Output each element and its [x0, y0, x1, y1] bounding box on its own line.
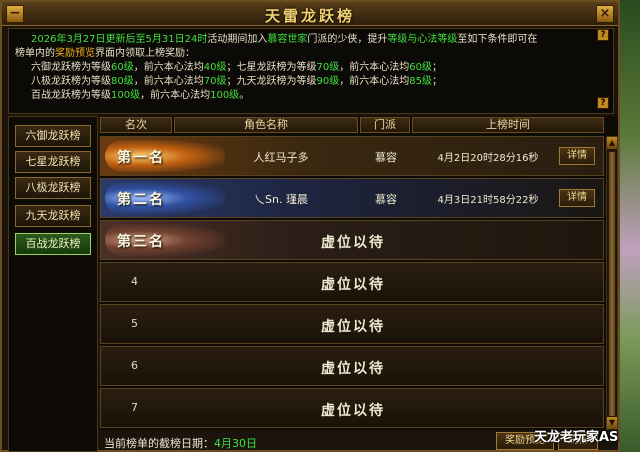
event-date-range: 2026年3月27日更新后至5月31日24时 [31, 34, 208, 45]
requirement-line-3: 百战龙跃榜为等级100级，前六本心法均100级。 [15, 89, 607, 103]
req-text: ； [431, 76, 442, 87]
requirement-line-2: 八极龙跃榜为等级80级，前六本心法均70级；九天龙跃榜为等级90级，前六本心法均… [15, 75, 607, 89]
tab-baizhan[interactable]: 百战龙跃榜 [15, 233, 91, 255]
header-name: 角色名称 [174, 117, 358, 133]
close-button[interactable]: × [596, 5, 614, 23]
table-row: 4 虚位以待 [100, 262, 604, 302]
info-text: 榜单内的 [15, 48, 55, 59]
level-highlight: 等级与心法等级 [387, 34, 458, 45]
player-name: 人红马子多 [253, 151, 309, 164]
table-header: 名次 角色名称 门派 上榜时间 [100, 116, 618, 134]
sect-highlight: 慕容世家 [267, 34, 308, 45]
rank-badge-silver: 第二名 [105, 182, 225, 214]
leaderboard-window: − 天雷龙跃榜 × 2026年3月27日更新后至5月31日24时活动期间加入慕容… [0, 0, 620, 452]
ranking-table: 名次 角色名称 门派 上榜时间 第一名 人红马子多 慕容 4月2日20时28分1… [100, 116, 618, 430]
vacant-label: 虚位以待 [321, 235, 385, 251]
vacant-label: 虚位以待 [321, 277, 385, 293]
deadline-text: 当前榜单的截榜日期：4月30日 [104, 435, 257, 451]
req-value: 90级 [316, 76, 340, 87]
reward-preview-link[interactable]: 奖励预览 [55, 48, 95, 59]
req-text: ； [431, 62, 442, 73]
watermark-text: 天龙老玩家AS [534, 430, 619, 445]
table-row: 第一名 人红马子多 慕容 4月2日20时28分16秒 详情 [100, 136, 604, 176]
table-row: 第二名 乀Sn. 瑾晨 慕容 4月3日21时58分22秒 详情 [100, 178, 604, 218]
info-line-2: 榜单内的奖励预览界面内领取上榜奖励： [15, 47, 607, 61]
req-value: 70级 [316, 62, 340, 73]
req-value: 70级 [203, 76, 227, 87]
help-icon[interactable]: ? [597, 29, 609, 41]
req-value: 80级 [111, 76, 134, 87]
leaderboard-sidebar: 六御龙跃榜 七星龙跃榜 八极龙跃榜 九天龙跃榜 百战龙跃榜 [8, 116, 98, 452]
req-text: ，前六本心法均 [339, 62, 410, 73]
req-text: ，前六本心法均 [133, 62, 204, 73]
req-text: ；七星龙跃榜为等级 [226, 62, 317, 73]
scroll-thumb[interactable] [608, 151, 616, 417]
info-text: 界面内领取上榜奖励： [95, 48, 195, 59]
window-title: 天雷龙跃榜 [264, 7, 355, 25]
vacant-label: 虚位以待 [321, 319, 385, 335]
detail-button[interactable]: 详情 [559, 189, 595, 207]
scroll-up-icon[interactable]: ▲ [607, 137, 617, 149]
req-value: 85级 [409, 76, 432, 87]
req-text: ，前六本心法均 [133, 76, 204, 87]
info-text: 活动期间加入 [207, 34, 268, 45]
header-rank: 名次 [100, 117, 172, 133]
table-row: 5 虚位以待 [100, 304, 604, 344]
req-text: 八极龙跃榜为等级 [31, 76, 111, 87]
vacant-label: 虚位以待 [321, 361, 385, 377]
table-scrollbar[interactable]: ▲ ▼ [606, 136, 618, 430]
player-sect: 慕容 [375, 193, 397, 206]
tab-jiutian[interactable]: 九天龙跃榜 [15, 205, 91, 227]
ranking-rows: 第一名 人红马子多 慕容 4月2日20时28分16秒 详情 第二名 乀Sn. 瑾… [100, 136, 604, 430]
background-scenery [620, 0, 640, 452]
table-row: 6 虚位以待 [100, 346, 604, 386]
header-sect: 门派 [360, 117, 410, 133]
requirement-line-1: 六御龙跃榜为等级60级，前六本心法均40级；七星龙跃榜为等级70级，前六本心法均… [15, 61, 607, 75]
rank-label: 第二名 [117, 192, 165, 208]
req-value: 60级 [409, 62, 432, 73]
help-icon[interactable]: ? [597, 97, 609, 109]
rank-badge-gold: 第一名 [105, 140, 225, 172]
detail-button[interactable]: 详情 [559, 147, 595, 165]
req-text: ，前六本心法均 [339, 76, 410, 87]
req-text: 。 [239, 90, 250, 101]
req-text: ；九天龙跃榜为等级 [226, 76, 317, 87]
header-time: 上榜时间 [412, 117, 604, 133]
req-text: 百战龙跃榜为等级 [31, 90, 111, 101]
req-text: 六御龙跃榜为等级 [31, 62, 111, 73]
deadline-label: 当前榜单的截榜日期： [104, 437, 214, 450]
ranked-time: 4月3日21时58分22秒 [437, 195, 539, 206]
table-row: 第三名 虚位以待 [100, 220, 604, 260]
info-line-1: 2026年3月27日更新后至5月31日24时活动期间加入慕容世家门派的少侠，提升… [15, 33, 607, 47]
event-info-panel: 2026年3月27日更新后至5月31日24时活动期间加入慕容世家门派的少侠，提升… [8, 28, 614, 114]
title-bar: − 天雷龙跃榜 × [2, 2, 618, 26]
req-text: ，前六本心法均 [140, 90, 211, 101]
info-text: 至如下条件即可在 [457, 34, 538, 45]
tab-liuyu[interactable]: 六御龙跃榜 [15, 125, 91, 147]
req-value: 40级 [203, 62, 227, 73]
player-name: 乀Sn. 瑾晨 [254, 193, 308, 206]
tab-baji[interactable]: 八极龙跃榜 [15, 177, 91, 199]
rank-label: 第一名 [117, 150, 165, 166]
ranked-time: 4月2日20时28分16秒 [437, 153, 539, 164]
info-text: 门派的少侠，提升 [307, 34, 388, 45]
req-value: 100级 [111, 90, 141, 101]
tab-qixing[interactable]: 七星龙跃榜 [15, 151, 91, 173]
table-row: 7 虚位以待 [100, 388, 604, 428]
deadline-value: 4月30日 [214, 437, 257, 450]
player-sect: 慕容 [375, 151, 397, 164]
vacant-label: 虚位以待 [321, 403, 385, 419]
req-value: 100级 [210, 90, 240, 101]
req-value: 60级 [111, 62, 134, 73]
